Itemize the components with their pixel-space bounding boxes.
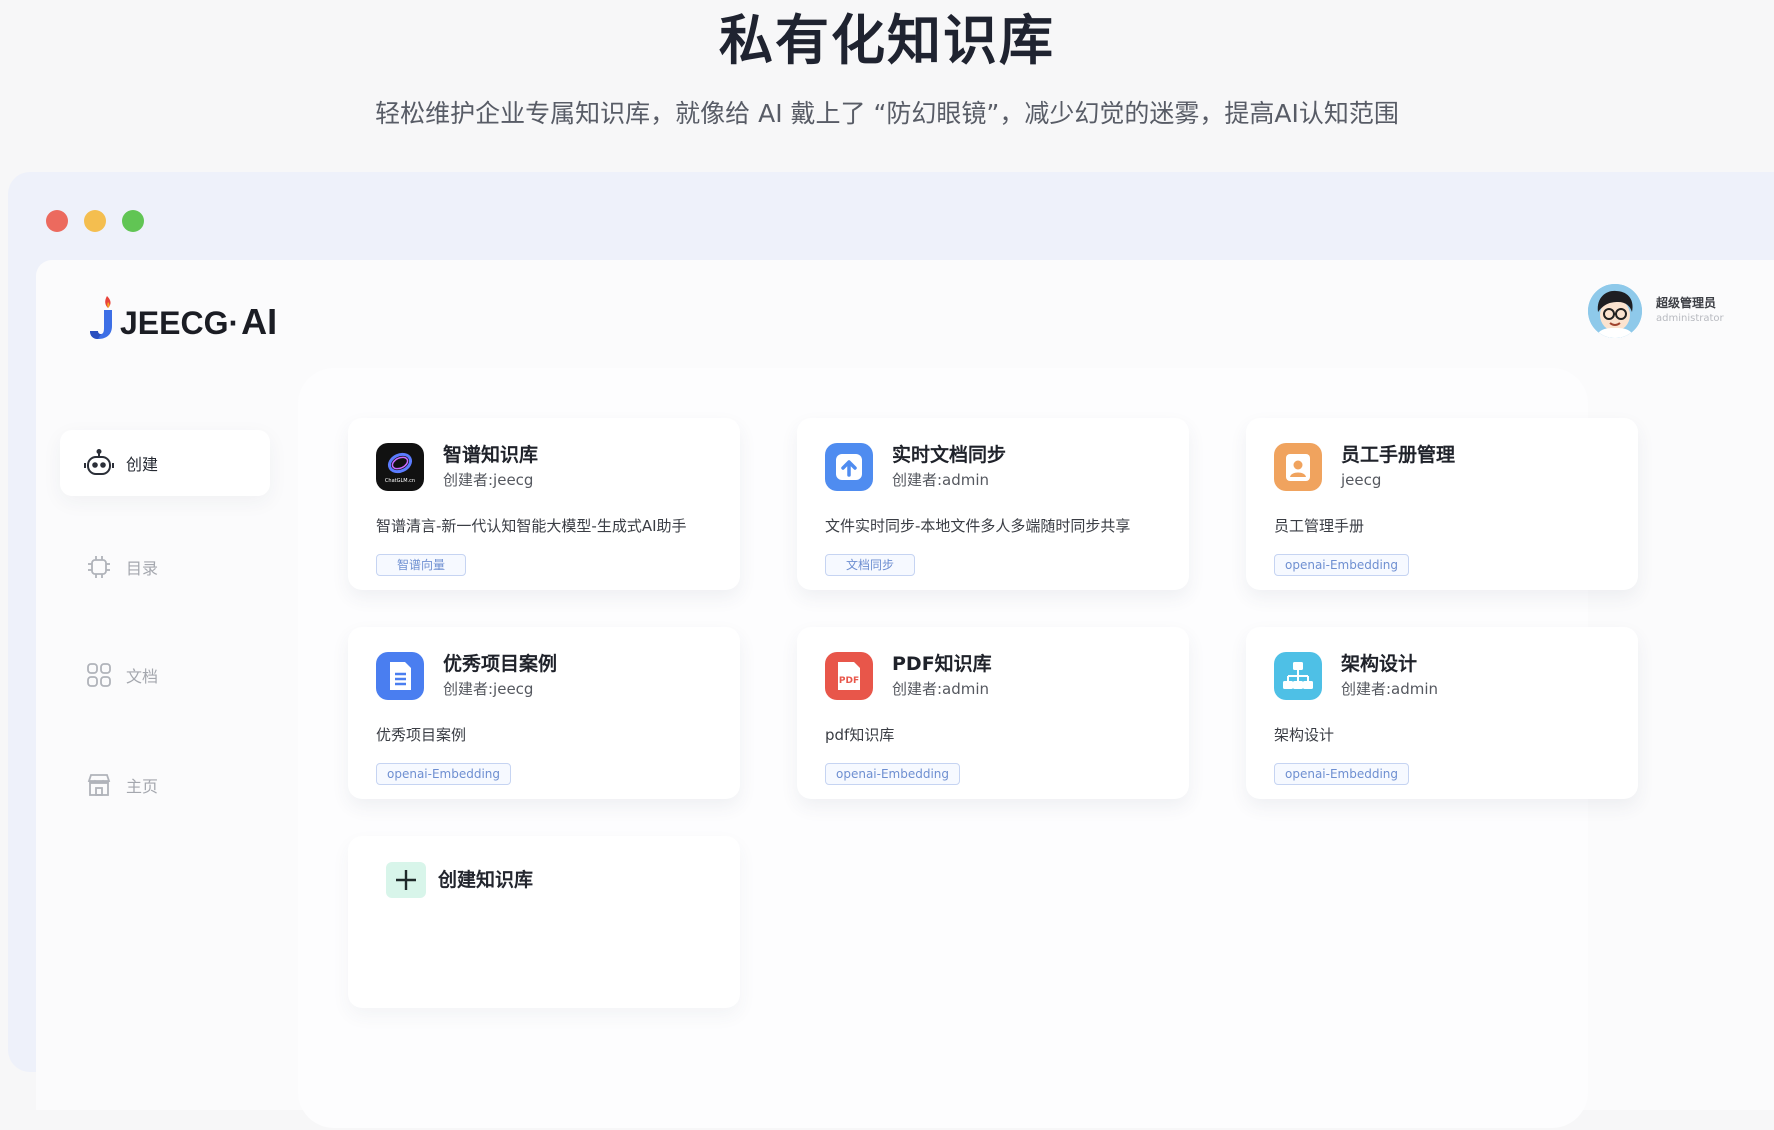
kb-card-creator: 创建者:admin (1341, 680, 1439, 698)
logo-text-ai: AI (241, 301, 278, 342)
user-name: 超级管理员 (1656, 296, 1717, 310)
kb-card-zhipu[interactable]: ChatGLM.cn 智谱知识库 创建者:jeecg 智谱清言-新一代认知智能大… (348, 418, 740, 590)
sidebar-item-label: 创建 (126, 455, 159, 474)
kb-card-architecture[interactable]: 架构设计 创建者:admin 架构设计 openai-Embedding (1246, 627, 1638, 799)
sidebar-item-docs[interactable]: 文档 (60, 642, 270, 708)
chatglm-icon: ChatGLM.cn (376, 443, 424, 491)
kb-card-description: 优秀项目案例 (376, 726, 467, 744)
kb-card-description: 文件实时同步-本地文件多人多端随时同步共享 (825, 517, 1131, 535)
jeecg-ai-logo[interactable]: JEECG·AI (88, 294, 277, 340)
store-icon (84, 770, 114, 800)
chip-icon (84, 552, 114, 582)
plus-icon (386, 862, 426, 898)
kb-card-pdf[interactable]: PDF PDF知识库 创建者:admin pdf知识库 openai-Embed… (797, 627, 1189, 799)
sidebar-item-label: 主页 (126, 777, 159, 796)
kb-card-tag: 文档同步 (825, 554, 916, 576)
app-window: JEECG·AI 超级管理员 administrator 创建 目录 文档 主页… (8, 172, 1774, 1128)
kb-card-creator: 创建者:jeecg (443, 680, 534, 698)
kb-card-creator: jeecg (1341, 471, 1382, 489)
kb-card-tag: 智谱向量 (376, 554, 467, 576)
pdf-icon-label: PDF (839, 676, 859, 686)
sidebar-item-home[interactable]: 主页 (60, 752, 270, 818)
kb-card-description: pdf知识库 (825, 726, 895, 744)
grid-icon (84, 660, 114, 690)
kb-card-doc-sync[interactable]: 实时文档同步 创建者:admin 文件实时同步-本地文件多人多端随时同步共享 文… (797, 418, 1189, 590)
kb-card-title: 优秀项目案例 (443, 653, 558, 675)
window-minimize-dot[interactable] (84, 210, 106, 232)
kb-card-tag: openai-Embedding (825, 763, 961, 785)
kb-card-title: 智谱知识库 (443, 444, 539, 466)
kb-card-project-cases[interactable]: 优秀项目案例 创建者:jeecg 优秀项目案例 openai-Embedding (348, 627, 740, 799)
create-knowledge-base-button[interactable]: 创建知识库 (348, 836, 740, 1008)
kb-card-employee-handbook[interactable]: 员工手册管理 jeecg 员工管理手册 openai-Embedding (1246, 418, 1638, 590)
knowledge-base-grid: ChatGLM.cn 智谱知识库 创建者:jeecg 智谱清言-新一代认知智能大… (298, 368, 1638, 1128)
sidebar-item-catalog[interactable]: 目录 (60, 534, 270, 600)
user-role: administrator (1656, 313, 1724, 324)
logo-mark-icon (88, 294, 118, 340)
kb-card-description: 智谱清言-新一代认知智能大模型-生成式AI助手 (376, 517, 687, 535)
pdf-icon: PDF (825, 652, 873, 700)
org-chart-icon (1274, 652, 1322, 700)
kb-card-creator: 创建者:jeecg (443, 471, 534, 489)
chatglm-icon-label: ChatGLM.cn (385, 478, 415, 484)
kb-card-creator: 创建者:admin (892, 471, 990, 489)
avatar[interactable] (1588, 284, 1642, 338)
logo-text: JEECG·AI (120, 304, 277, 341)
kb-card-description: 架构设计 (1274, 726, 1335, 744)
document-list-icon (376, 652, 424, 700)
window-maximize-dot[interactable] (122, 210, 144, 232)
sync-upload-icon (825, 443, 873, 491)
sidebar-item-create[interactable]: 创建 (60, 430, 270, 496)
hero-subtitle: 轻松维护企业专属知识库，就像给 AI 戴上了 “防幻眼镜”，减少幻觉的迷雾，提高… (375, 99, 1399, 128)
kb-card-tag: openai-Embedding (1274, 554, 1410, 576)
kb-card-description: 员工管理手册 (1274, 517, 1365, 535)
window-close-dot[interactable] (46, 210, 68, 232)
kb-card-tag: openai-Embedding (1274, 763, 1410, 785)
create-knowledge-base-label: 创建知识库 (438, 869, 534, 891)
kb-card-title: 架构设计 (1341, 653, 1418, 675)
kb-card-title: 员工手册管理 (1341, 444, 1456, 466)
sidebar-item-label: 目录 (126, 559, 159, 578)
hero-title: 私有化知识库 (719, 9, 1055, 72)
user-info: 超级管理员 administrator (1656, 295, 1724, 327)
kb-card-tag: openai-Embedding (376, 763, 512, 785)
kb-card-title: 实时文档同步 (892, 444, 1007, 466)
sidebar: 创建 目录 文档 主页 (60, 430, 290, 1130)
user-profile[interactable]: 超级管理员 administrator (1588, 284, 1724, 338)
kb-card-creator: 创建者:admin (892, 680, 990, 698)
robot-icon (84, 448, 114, 478)
kb-card-title: PDF知识库 (892, 653, 992, 675)
app-panel: JEECG·AI 超级管理员 administrator 创建 目录 文档 主页… (36, 260, 1774, 1128)
sidebar-item-label: 文档 (126, 667, 159, 686)
employee-badge-icon (1274, 443, 1322, 491)
logo-text-jeecg: JEECG· (120, 305, 240, 341)
